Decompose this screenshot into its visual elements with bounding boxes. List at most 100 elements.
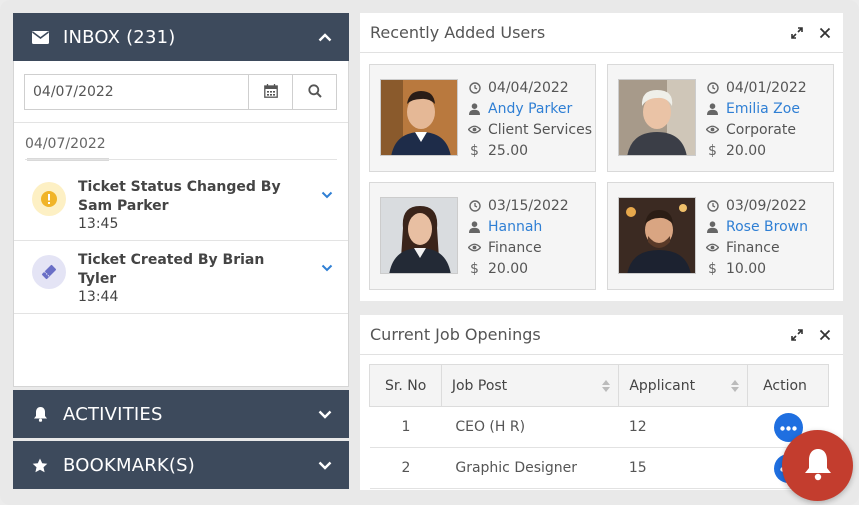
eye-icon	[706, 241, 719, 254]
bookmarks-header[interactable]: BOOKMARK(S)	[13, 441, 349, 489]
panel-title: Current Job Openings	[370, 325, 541, 344]
user-department: Corporate	[726, 121, 796, 138]
expand-icon[interactable]	[789, 25, 805, 41]
clock-icon	[468, 199, 481, 212]
column-header-job-post[interactable]: Job Post	[440, 364, 620, 407]
user-name-link[interactable]: Hannah	[488, 219, 542, 235]
user-photo	[618, 79, 696, 156]
divider	[14, 313, 348, 314]
panel-title: Recently Added Users	[370, 23, 546, 42]
table-row: 2 Graphic Designer 15	[369, 447, 829, 489]
job-openings-panel: Current Job Openings Sr. No Job Post App…	[360, 315, 843, 490]
eye-icon	[468, 123, 481, 136]
clock-icon	[706, 199, 719, 212]
expand-icon[interactable]	[789, 327, 805, 343]
envelope-icon	[31, 28, 49, 46]
column-header-sr[interactable]: Sr. No	[369, 364, 442, 407]
user-amount: 20.00	[726, 142, 767, 159]
ticket-time: 13:45	[78, 216, 119, 232]
eye-icon	[706, 123, 719, 136]
activities-title: ACTIVITIES	[63, 403, 163, 425]
user-card[interactable]: 04/01/2022 Emilia Zoe Corporate $20.00	[607, 64, 834, 172]
user-icon	[706, 102, 719, 115]
column-header-applicant[interactable]: Applicant	[618, 364, 749, 407]
star-icon	[31, 456, 49, 474]
cell-applicants: 15	[618, 447, 748, 489]
divider	[14, 240, 348, 241]
user-date: 04/01/2022	[726, 79, 807, 96]
user-amount: 25.00	[488, 142, 529, 159]
bell-icon	[802, 447, 834, 485]
notification-bell-button[interactable]	[782, 430, 853, 501]
dollar-icon: $	[708, 142, 717, 159]
user-card[interactable]: 04/04/2022 Andy Parker Client Services $…	[369, 64, 596, 172]
user-photo	[380, 197, 458, 274]
table-row: 1 CEO (H R) 12	[369, 406, 829, 448]
clock-icon	[468, 81, 481, 94]
user-icon	[468, 102, 481, 115]
user-card[interactable]: 03/15/2022 Hannah Finance $20.00	[369, 182, 596, 290]
clock-icon	[706, 81, 719, 94]
date-group-label: 04/07/2022	[25, 136, 106, 152]
user-photo	[618, 197, 696, 274]
user-icon	[468, 220, 481, 233]
chevron-down-icon[interactable]	[317, 406, 333, 422]
ticket-time: 13:44	[78, 289, 119, 305]
user-department: Finance	[726, 239, 780, 256]
panel-header: Current Job Openings	[360, 315, 843, 355]
cell-applicants: 12	[618, 406, 748, 448]
close-icon[interactable]	[817, 327, 833, 343]
bookmarks-title: BOOKMARK(S)	[63, 454, 195, 476]
cell-job-post: Graphic Designer	[441, 447, 619, 489]
user-name-link[interactable]: Rose Brown	[726, 219, 808, 235]
job-table: Sr. No Job Post Applicant Action 1 CEO (…	[369, 364, 829, 489]
user-name-link[interactable]: Andy Parker	[488, 101, 572, 117]
chevron-down-icon[interactable]	[321, 257, 333, 276]
dollar-icon: $	[470, 260, 479, 277]
user-card[interactable]: 03/09/2022 Rose Brown Finance $10.00	[607, 182, 834, 290]
search-icon	[307, 83, 322, 102]
date-filter	[24, 74, 337, 110]
recent-users-panel: Recently Added Users 04/04/2022 Andy Par…	[360, 13, 843, 301]
user-department: Finance	[488, 239, 542, 256]
divider	[25, 159, 337, 160]
calendar-button[interactable]	[248, 75, 292, 109]
inbox-title: INBOX (231)	[63, 26, 176, 48]
ticket-icon	[32, 255, 66, 289]
eye-icon	[468, 241, 481, 254]
close-icon[interactable]	[817, 25, 833, 41]
user-date: 03/09/2022	[726, 197, 807, 214]
ticket-title: Ticket Created By Brian Tyler	[78, 252, 265, 287]
column-header-action: Action	[747, 364, 829, 407]
calendar-icon	[263, 83, 278, 102]
user-date: 04/04/2022	[488, 79, 569, 96]
panel-header: Recently Added Users	[360, 13, 843, 53]
user-amount: 20.00	[488, 260, 529, 277]
user-name-link[interactable]: Emilia Zoe	[726, 101, 800, 117]
cell-job-post: CEO (H R)	[441, 406, 619, 448]
user-amount: 10.00	[726, 260, 767, 277]
user-date: 03/15/2022	[488, 197, 569, 214]
user-icon	[706, 220, 719, 233]
ticket-title: Ticket Status Changed By Sam Parker	[78, 179, 281, 214]
dollar-icon: $	[708, 260, 717, 277]
cell-sr: 1	[369, 406, 442, 448]
cell-sr: 2	[369, 447, 442, 489]
chevron-down-icon[interactable]	[321, 184, 333, 203]
user-photo	[380, 79, 458, 156]
chevron-up-icon[interactable]	[317, 29, 333, 45]
sort-icon[interactable]	[731, 380, 740, 396]
activities-header[interactable]: ACTIVITIES	[13, 390, 349, 438]
warning-icon	[32, 182, 66, 216]
chevron-down-icon[interactable]	[317, 457, 333, 473]
dollar-icon: $	[470, 142, 479, 159]
sort-icon[interactable]	[602, 380, 611, 396]
more-icon	[779, 419, 797, 435]
inbox-panel: 04/07/2022 Ticket Status Changed By Sam …	[13, 61, 349, 387]
inbox-header[interactable]: INBOX (231)	[13, 13, 349, 61]
date-input[interactable]	[25, 75, 248, 109]
user-department: Client Services	[488, 121, 593, 138]
divider	[14, 122, 348, 123]
search-button[interactable]	[292, 75, 336, 109]
bell-icon	[31, 405, 49, 423]
